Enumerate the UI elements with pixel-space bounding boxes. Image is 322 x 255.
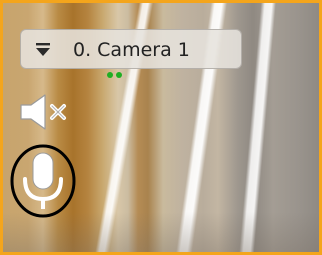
menu-triangle-icon[interactable] [35,42,51,58]
camera-title-bar[interactable]: 0. Camera 1 [20,29,242,69]
camera-name: 0. Camera 1 [73,39,190,61]
speaker-muted-icon[interactable] [19,93,75,131]
camera-tile[interactable]: 0. Camera 1 [0,0,322,255]
status-dot [116,72,122,78]
status-dots-icon [107,72,123,78]
microphone-icon[interactable] [9,143,77,219]
status-dot [107,72,113,78]
